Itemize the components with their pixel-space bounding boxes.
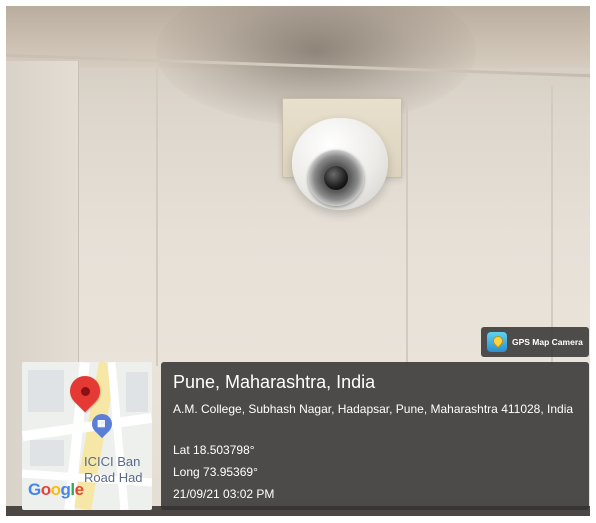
map-poi-label: ICICI Ban Road Had bbox=[84, 454, 143, 486]
location-address: A.M. College, Subhash Nagar, Hadapsar, P… bbox=[173, 402, 574, 416]
gps-map-camera-app-icon bbox=[487, 332, 507, 352]
gps-badge-label: GPS Map Camera bbox=[512, 337, 583, 347]
map-building bbox=[126, 372, 148, 412]
longitude-text: Long 73.95369° bbox=[173, 465, 258, 479]
map-poi-line-2: Road Had bbox=[84, 470, 143, 485]
location-title: Pune, Maharashtra, India bbox=[173, 372, 376, 392]
camera-lens bbox=[324, 166, 348, 190]
map-building bbox=[30, 440, 64, 466]
location-pin-center bbox=[81, 387, 90, 396]
wall-panel-seam bbox=[406, 101, 408, 366]
map-building bbox=[28, 370, 64, 412]
google-logo: Google bbox=[28, 480, 84, 499]
timestamp-text: 21/09/21 03:02 PM bbox=[173, 487, 275, 501]
latitude-text: Lat 18.503798° bbox=[173, 443, 255, 457]
bank-glyph-icon: ▦ bbox=[97, 418, 106, 428]
location-info-panel: Pune, Maharashtra, India A.M. College, S… bbox=[161, 362, 589, 510]
map-poi-line-1: ICICI Ban bbox=[84, 454, 141, 469]
gps-map-camera-badge: GPS Map Camera bbox=[481, 327, 589, 357]
map-thumbnail: ▦ ICICI Ban Road Had Google bbox=[22, 362, 152, 510]
wall-panel-seam bbox=[156, 66, 158, 366]
wall-panel-seam bbox=[551, 86, 553, 366]
